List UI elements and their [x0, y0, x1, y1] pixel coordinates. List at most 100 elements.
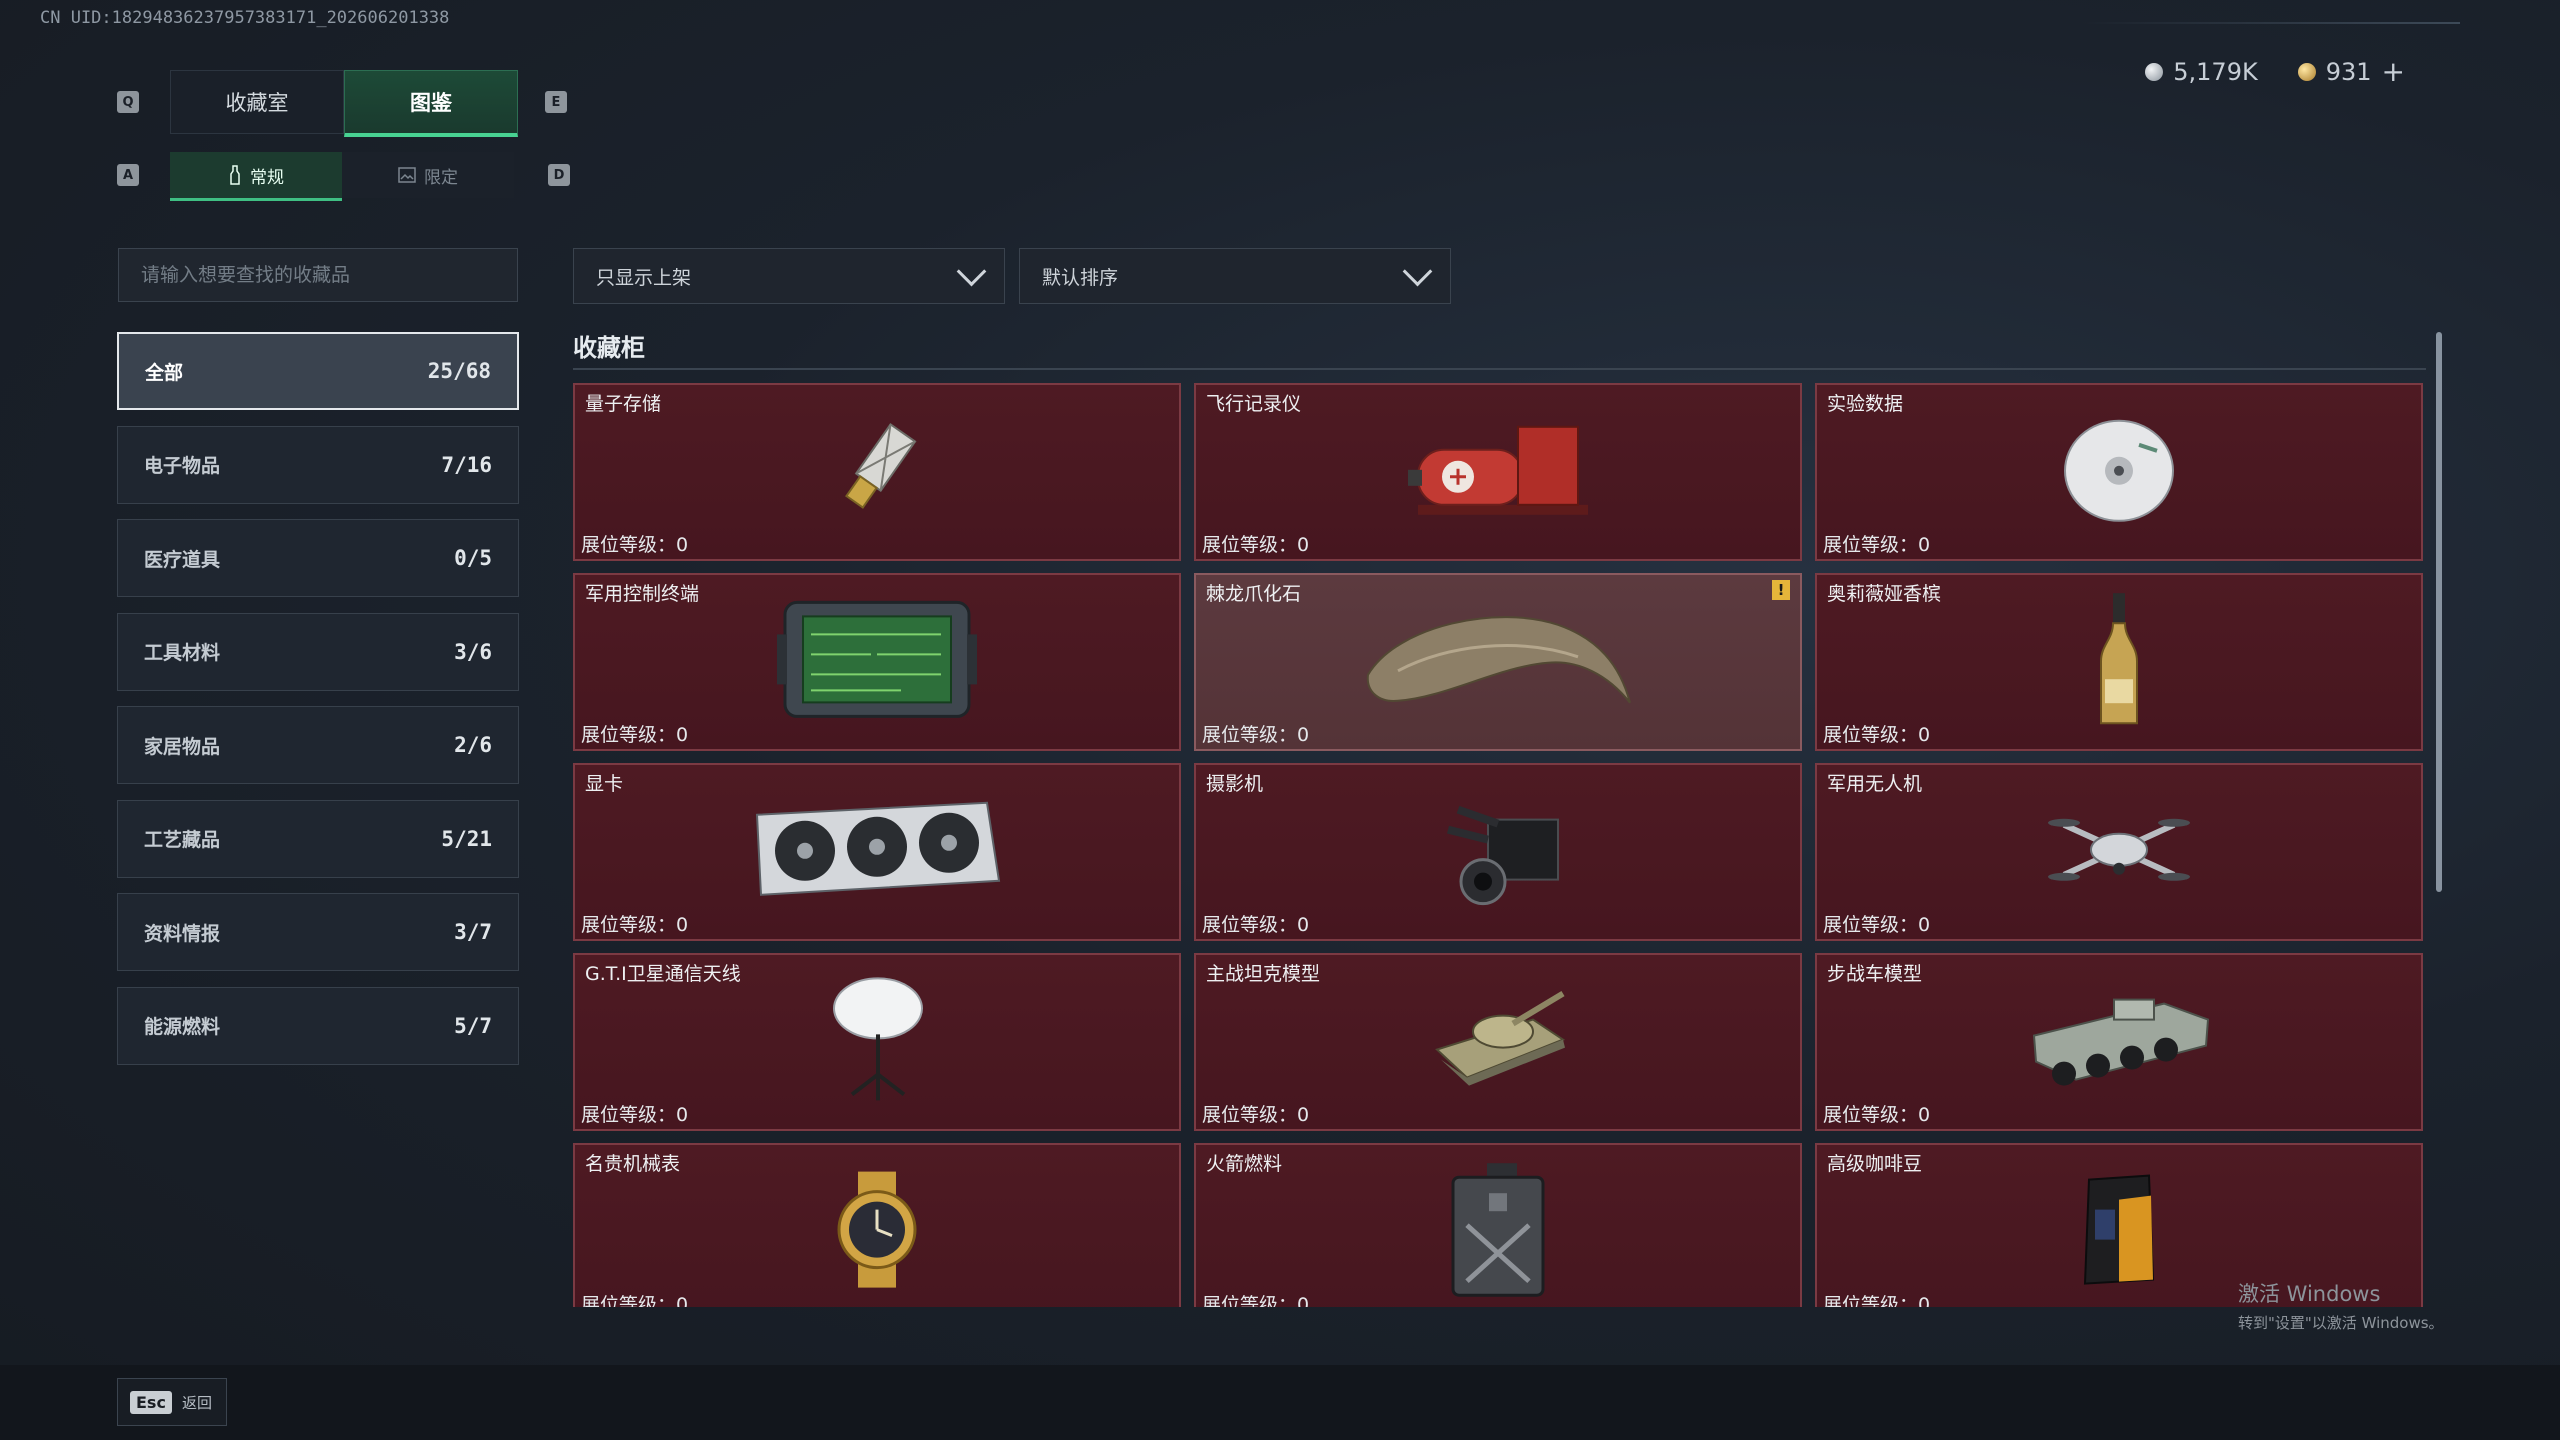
- subtab-regular[interactable]: 常规: [170, 152, 342, 201]
- coffee-bag-icon: [2083, 1174, 2155, 1285]
- category-label: 资料情报: [144, 922, 221, 945]
- category-label: 工具材料: [144, 642, 221, 664]
- esc-key-icon: Esc: [130, 1390, 172, 1414]
- item-card-tank-model[interactable]: 主战坦克模型 展位等级：0: [1194, 953, 1802, 1131]
- tab-catalog[interactable]: 图鉴: [344, 70, 518, 137]
- item-card-flight-recorder[interactable]: 飞行记录仪 展位等级：0: [1194, 383, 1802, 561]
- item-name: G.T.I卫星通信天线: [585, 963, 741, 985]
- item-card-champagne[interactable]: 奥莉薇娅香槟 展位等级：0: [1815, 573, 2423, 751]
- category-label: 医疗道具: [144, 548, 221, 571]
- search-input[interactable]: [139, 263, 517, 287]
- collection-grid: 量子存储 展位等级：0 飞行记录仪 展位等级：0 实验数据 展位等级：0 军用控…: [573, 383, 2426, 1307]
- category-medical[interactable]: 医疗道具 0/5: [117, 519, 519, 597]
- filter-value: 只显示上架: [596, 266, 692, 289]
- category-label: 电子物品: [144, 455, 221, 477]
- chevron-down-icon: [956, 256, 987, 286]
- item-card-spinosaurus-claw[interactable]: 棘龙爪化石 ! 展位等级：0: [1194, 573, 1802, 751]
- item-card-rocket-fuel[interactable]: 火箭燃料 展位等级：0: [1194, 1143, 1802, 1307]
- category-crafts[interactable]: 工艺藏品 5/21: [117, 799, 519, 878]
- sort-value: 默认排序: [1042, 266, 1119, 289]
- back-button[interactable]: Esc 返回: [117, 1378, 227, 1426]
- item-level: 展位等级：0: [1202, 1294, 1310, 1307]
- collection-grid-viewport: 量子存储 展位等级：0 飞行记录仪 展位等级：0 实验数据 展位等级：0 军用控…: [573, 383, 2426, 1307]
- item-level: 展位等级：0: [1823, 914, 1931, 936]
- gold-coin-icon: [2297, 62, 2316, 81]
- sub-tabs: 常规 限定: [170, 152, 514, 201]
- category-count: 5/7: [454, 1013, 492, 1038]
- item-level: 展位等级：0: [581, 534, 689, 556]
- category-household[interactable]: 家居物品 2/6: [117, 706, 519, 784]
- item-level: 展位等级：0: [581, 914, 689, 936]
- category-tools[interactable]: 工具材料 3/6: [117, 612, 519, 691]
- item-card-quantum-storage[interactable]: 量子存储 展位等级：0: [573, 383, 1181, 561]
- item-level: 展位等级：0: [1823, 724, 1931, 746]
- item-card-camera[interactable]: 摄影机 展位等级：0: [1194, 763, 1802, 941]
- tank-icon: [1435, 991, 1566, 1086]
- category-intel[interactable]: 资料情报 3/7: [117, 893, 519, 971]
- item-level: 展位等级：0: [1823, 534, 1931, 556]
- category-count: 5/21: [441, 826, 492, 851]
- usb-drive-icon: [845, 422, 917, 509]
- key-e-hint: E: [545, 91, 567, 113]
- category-count: 3/6: [454, 639, 492, 664]
- subtab-regular-label: 常规: [250, 167, 284, 188]
- gold-amount: 931: [2325, 57, 2372, 86]
- item-name: 主战坦克模型: [1206, 963, 1321, 985]
- filter-dropdown[interactable]: 只显示上架: [573, 248, 1005, 304]
- item-name: 摄影机: [1206, 773, 1264, 795]
- subtab-limited-label: 限定: [424, 167, 458, 188]
- category-energy[interactable]: 能源燃料 5/7: [117, 986, 519, 1065]
- item-name: 军用控制终端: [585, 583, 700, 605]
- item-card-graphics-card[interactable]: 显卡 展位等级：0: [573, 763, 1181, 941]
- silver-amount: 5,179K: [2173, 57, 2258, 86]
- category-label: 能源燃料: [144, 1016, 221, 1038]
- bottom-bar: [0, 1365, 2560, 1440]
- item-level: 展位等级：0: [581, 1294, 689, 1307]
- watermark-line1: 激活 Windows: [2238, 1282, 2381, 1306]
- warning-icon: !: [1772, 580, 1790, 600]
- subtab-limited[interactable]: 限定: [342, 152, 514, 198]
- scrollbar[interactable]: [2436, 332, 2442, 892]
- category-count: 2/6: [454, 733, 492, 757]
- champagne-bottle-icon: [2100, 593, 2138, 725]
- armored-vehicle-icon: [2032, 998, 2210, 1086]
- category-electronics[interactable]: 电子物品 7/16: [117, 425, 519, 504]
- item-level: 展位等级：0: [1202, 1104, 1310, 1126]
- item-level: 展位等级：0: [581, 724, 689, 746]
- section-title: 收藏柜: [573, 334, 645, 362]
- drone-icon: [2048, 818, 2190, 881]
- category-count: 3/7: [454, 920, 492, 944]
- item-name: 步战车模型: [1827, 963, 1923, 985]
- fuel-can-icon: [1451, 1163, 1545, 1297]
- tab-collection-room[interactable]: 收藏室: [170, 70, 344, 134]
- item-card-satellite-antenna[interactable]: G.T.I卫星通信天线 展位等级：0: [573, 953, 1181, 1131]
- item-level: 展位等级：0: [1202, 534, 1310, 556]
- silver-coin-icon: [2145, 62, 2164, 81]
- item-name: 量子存储: [585, 393, 662, 415]
- item-level: 展位等级：0: [1202, 724, 1310, 746]
- disc-icon: [2064, 419, 2174, 522]
- sort-dropdown[interactable]: 默认排序: [1019, 248, 1451, 304]
- item-card-military-terminal[interactable]: 军用控制终端 展位等级：0: [573, 573, 1181, 751]
- item-name: 军用无人机: [1827, 773, 1923, 795]
- graphics-card-icon: [755, 801, 1001, 896]
- key-d-hint: D: [548, 164, 570, 186]
- key-q-hint: Q: [117, 91, 139, 113]
- item-level: 展位等级：0: [1202, 914, 1310, 936]
- back-label: 返回: [181, 1393, 212, 1412]
- item-name: 实验数据: [1827, 393, 1904, 415]
- windows-activation-watermark: 激活 Windows 转到"设置"以激活 Windows。: [2238, 1278, 2444, 1333]
- item-card-luxury-watch[interactable]: 名贵机械表 展位等级：0: [573, 1143, 1181, 1307]
- item-name: 高级咖啡豆: [1827, 1153, 1923, 1175]
- watch-icon: [837, 1171, 917, 1288]
- category-all[interactable]: 全部 25/68: [117, 332, 519, 410]
- add-currency-button[interactable]: +: [2382, 55, 2405, 88]
- item-card-military-drone[interactable]: 军用无人机 展位等级：0: [1815, 763, 2423, 941]
- item-card-ifv-model[interactable]: 步战车模型 展位等级：0: [1815, 953, 2423, 1131]
- category-label: 工艺藏品: [144, 829, 221, 851]
- item-card-experiment-data[interactable]: 实验数据 展位等级：0: [1815, 383, 2423, 561]
- video-camera-icon: [1447, 805, 1559, 906]
- category-label: 全部: [145, 361, 184, 384]
- main-tabs: 收藏室 图鉴: [170, 70, 518, 137]
- search-box: [118, 248, 518, 302]
